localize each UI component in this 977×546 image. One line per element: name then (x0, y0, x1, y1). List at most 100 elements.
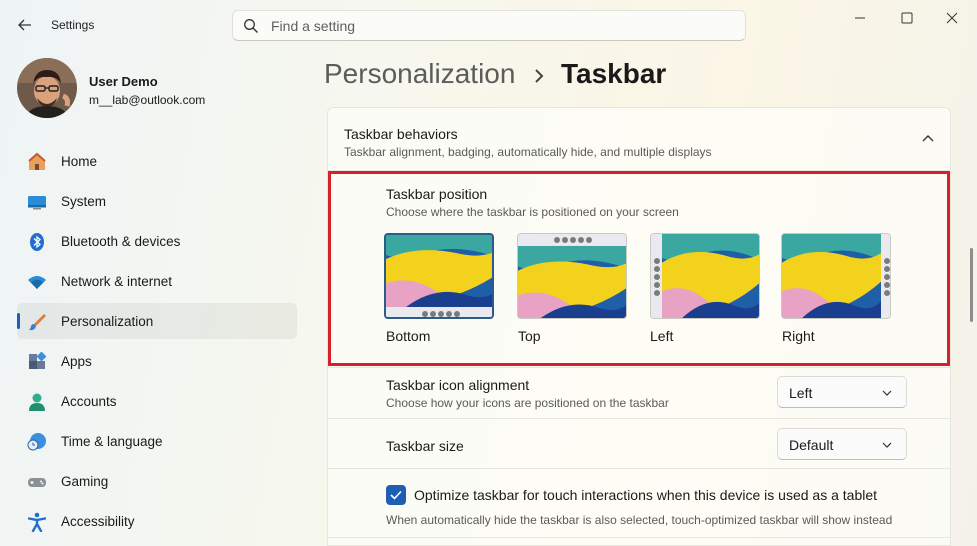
taskbar-dot (653, 290, 660, 296)
chevron-down-icon (882, 390, 892, 396)
divider (328, 367, 950, 368)
chevron-down-icon (882, 442, 892, 448)
wallpaper-image (782, 234, 881, 318)
sidebar-item-label: Home (61, 154, 98, 169)
user-name: User Demo (89, 74, 158, 89)
taskbar-bar (518, 234, 626, 246)
maximize-button[interactable] (887, 4, 927, 32)
position-option-label: Left (650, 328, 674, 344)
divider (328, 468, 950, 469)
taskbar-dot (586, 237, 592, 243)
taskbar-dot (570, 237, 576, 243)
taskbar-dot (883, 282, 890, 288)
sidebar-item-label: Accounts (61, 394, 117, 409)
wifi-icon (28, 276, 46, 289)
sidebar-item-bluetooth[interactable]: Bluetooth & devices (17, 223, 297, 259)
touch-optimize-label[interactable]: Optimize taskbar for touch interactions … (414, 487, 877, 503)
sidebar-item-system[interactable]: System (17, 183, 297, 219)
close-icon (946, 12, 958, 24)
dropdown-value: Default (789, 437, 834, 453)
taskbar-dot (883, 266, 890, 272)
home-icon (28, 152, 46, 170)
dropdown-value: Left (789, 385, 813, 401)
taskbar-bar (881, 234, 890, 318)
back-button[interactable] (10, 10, 40, 40)
sidebar-item-accessibility[interactable]: Accessibility (17, 503, 297, 539)
chevron-right-icon (535, 69, 544, 83)
close-button[interactable] (932, 4, 972, 32)
position-option-label: Right (782, 328, 815, 344)
taskbar-dot (653, 274, 660, 280)
maximize-icon (901, 12, 913, 24)
chevron-up-icon[interactable] (920, 132, 936, 144)
taskbar-dot (578, 237, 584, 243)
sidebar-item-label: Time & language (61, 434, 163, 449)
avatar[interactable] (17, 58, 77, 118)
sidebar-item-label: Bluetooth & devices (61, 234, 181, 249)
position-option-label: Top (518, 328, 541, 344)
wallpaper-thumbnail (781, 233, 891, 319)
sidebar-item-label: System (61, 194, 107, 209)
position-option-right[interactable] (781, 233, 891, 321)
apps-icon (29, 352, 47, 369)
taskbar-position-subtitle: Choose where the taskbar is positioned o… (386, 205, 679, 219)
position-option-top[interactable] (517, 233, 627, 321)
taskbar-dot (562, 237, 568, 243)
taskbar-behaviors-header[interactable]: Taskbar behaviors Taskbar alignment, bad… (328, 108, 950, 170)
back-arrow-icon (18, 19, 31, 31)
taskbar-dot (554, 237, 560, 243)
touch-optimize-checkbox[interactable] (386, 485, 406, 505)
wallpaper-image (386, 235, 492, 307)
taskbar-bar (386, 307, 492, 317)
divider (328, 418, 950, 419)
sidebar-item-label: Accessibility (61, 514, 135, 529)
title-bar: Settings (0, 0, 977, 50)
sidebar-item-time-language[interactable]: Time & language (17, 423, 297, 459)
taskbar-dot (883, 258, 890, 264)
search-input[interactable] (271, 16, 731, 36)
wallpaper-thumbnail (650, 233, 760, 319)
taskbar-dot (446, 311, 452, 317)
taskbar-bar (651, 234, 662, 318)
icon-alignment-title: Taskbar icon alignment (386, 377, 530, 393)
sidebar-item-personalization[interactable]: Personalization (17, 303, 297, 339)
sidebar-item-apps[interactable]: Apps (17, 343, 297, 379)
sidebar-item-accounts[interactable]: Accounts (17, 383, 297, 419)
touch-optimize-note: When automatically hide the taskbar is a… (386, 513, 893, 527)
avatar-image (17, 58, 77, 118)
taskbar-dot (422, 311, 428, 317)
taskbar-size-title: Taskbar size (386, 438, 464, 454)
taskbar-dot (653, 282, 660, 288)
position-option-label: Bottom (386, 328, 431, 344)
wallpaper-thumbnail (517, 233, 627, 319)
accessibility-icon (27, 512, 47, 532)
taskbar-dot (653, 266, 660, 272)
checkmark-icon (390, 490, 402, 500)
page-title: Taskbar (561, 58, 667, 89)
sidebar-item-gaming[interactable]: Gaming (17, 463, 297, 499)
sidebar-nav: Home System Bluetooth & devices Network … (17, 143, 297, 543)
scrollbar-thumb[interactable] (970, 248, 973, 322)
person-icon (29, 393, 45, 411)
position-option-bottom[interactable] (384, 233, 494, 321)
gamepad-icon (28, 478, 46, 487)
taskbar-dot (883, 274, 890, 280)
sidebar-item-label: Personalization (61, 314, 154, 329)
taskbar-size-dropdown[interactable]: Default (777, 428, 907, 460)
sidebar-item-network[interactable]: Network & internet (17, 263, 297, 299)
taskbar-position-title: Taskbar position (386, 186, 488, 202)
system-icon (28, 196, 46, 210)
breadcrumb-parent[interactable]: Personalization (324, 58, 515, 90)
search-box[interactable] (232, 10, 746, 41)
wallpaper-thumbnail (384, 233, 494, 319)
icon-alignment-dropdown[interactable]: Left (777, 376, 907, 408)
minimize-button[interactable] (840, 4, 880, 32)
bluetooth-icon (30, 233, 44, 251)
icon-alignment-subtitle: Choose how your icons are positioned on … (386, 396, 669, 410)
user-email: m__lab@outlook.com (89, 93, 206, 107)
sidebar-item-home[interactable]: Home (17, 143, 297, 179)
app-title: Settings (51, 18, 95, 32)
group-title: Taskbar behaviors (344, 126, 458, 142)
taskbar-dot (454, 311, 460, 317)
position-option-left[interactable] (650, 233, 760, 321)
